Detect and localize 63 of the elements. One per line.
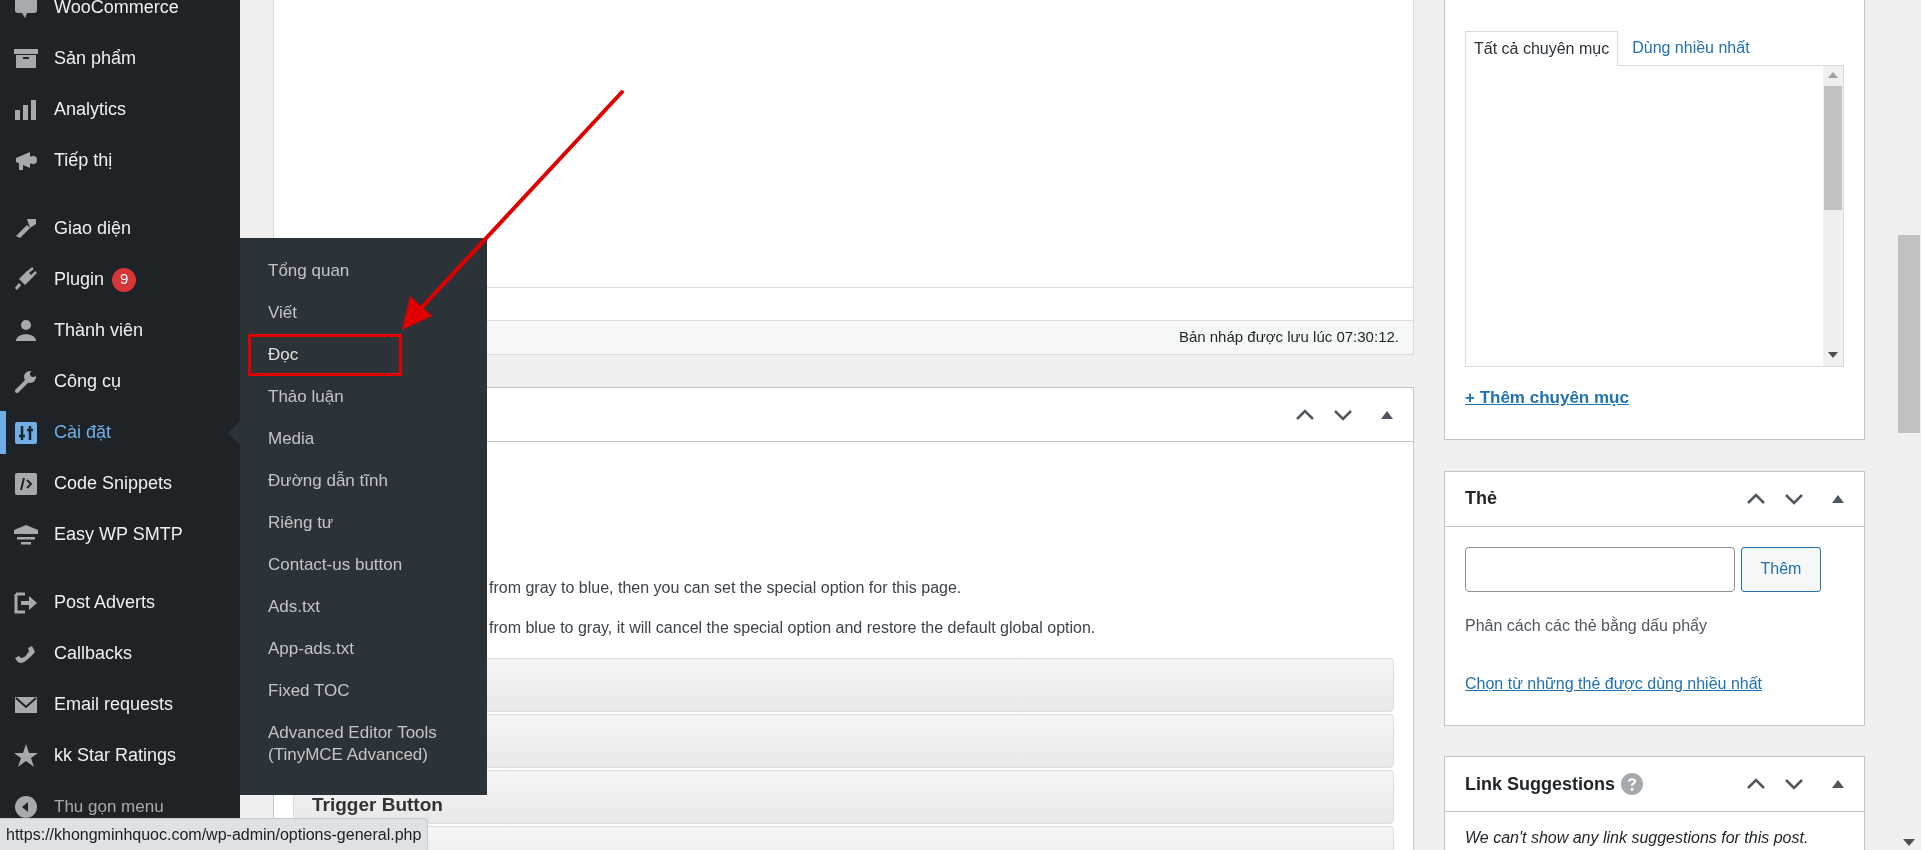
sidebar-item[interactable]: Callbacks xyxy=(0,628,240,679)
help-text: from blue to gray, it will cancel the special option and restore the default global option. xyxy=(489,618,1097,638)
sidebar-item[interactable]: Tiếp thị xyxy=(0,135,240,186)
collapse-toggle-icon[interactable] xyxy=(1832,494,1844,503)
option-row-label: Trigger Button xyxy=(312,792,443,817)
submenu-item[interactable]: Thảo luận xyxy=(248,376,355,418)
sidebar-item[interactable]: Cài đặt xyxy=(0,407,240,458)
status-url: https://khongminhquoc.com/wp-admin/options-general.php xyxy=(6,824,422,845)
move-up-icon[interactable] xyxy=(1746,778,1766,790)
link-suggestions-message: We can't show any link suggestions for this post. xyxy=(1464,828,1810,848)
add-category-link[interactable]: + Thêm chuyên mục xyxy=(1465,385,1629,411)
category-tab[interactable]: Tất cả chuyên mục xyxy=(1465,31,1619,66)
panel-title: Thẻ xyxy=(1465,487,1498,511)
sidebar-item[interactable]: kk Star Ratings xyxy=(0,730,240,781)
sidebar-item[interactable]: Analytics xyxy=(0,84,240,135)
submenu-item[interactable]: Fixed TOC xyxy=(248,670,361,712)
submenu-item[interactable]: Contact-us button xyxy=(248,544,414,586)
submenu-item[interactable]: Riêng tư xyxy=(248,502,345,544)
sidebar-item[interactable]: Thành viên xyxy=(0,305,240,356)
submenu-item[interactable]: Đường dẫn tĩnh xyxy=(248,460,399,502)
move-down-icon[interactable] xyxy=(1784,492,1804,505)
move-down-icon[interactable] xyxy=(1784,778,1804,790)
option-row[interactable]: Trigger Button xyxy=(293,770,1394,824)
move-up-icon[interactable] xyxy=(1295,408,1315,421)
scrollbar-thumb[interactable] xyxy=(1898,235,1920,433)
panel-title: Link Suggestions xyxy=(1465,772,1615,796)
category-tab[interactable]: Dùng nhiều nhất xyxy=(1618,30,1764,65)
submenu-item[interactable]: App-ads.txt xyxy=(248,628,365,670)
star-icon xyxy=(13,742,39,769)
code-icon xyxy=(13,470,39,497)
user-icon xyxy=(13,317,39,344)
sidebar-item[interactable]: WooCommerce xyxy=(0,0,240,33)
tag-input-field[interactable] xyxy=(1465,546,1735,592)
collapse-icon xyxy=(13,793,39,820)
collapse-toggle-icon[interactable] xyxy=(1381,410,1393,419)
scrollbar-thumb[interactable] xyxy=(1824,86,1842,210)
sliders-icon xyxy=(13,419,39,446)
tag-hint: Phân cách các thẻ bằng dấu phẩy xyxy=(1465,615,1708,636)
sidebar-item[interactable]: Giao diện xyxy=(0,203,240,254)
scroll-down-icon[interactable] xyxy=(1903,839,1915,846)
sidebar-item[interactable]: Plugin 9 xyxy=(0,254,240,305)
submenu-item[interactable]: Viết xyxy=(248,292,308,334)
submenu-item[interactable]: Đọc xyxy=(248,334,402,376)
submenu-item[interactable]: Media xyxy=(248,418,326,460)
sidebar-item[interactable]: Sản phẩm xyxy=(0,33,240,84)
submenu-item[interactable]: Ads.txt xyxy=(248,586,331,628)
count-badge: 9 xyxy=(112,267,137,292)
sidebar-item[interactable]: Email requests xyxy=(0,679,240,730)
sidebar-item[interactable]: Code Snippets xyxy=(0,458,240,509)
help-text: from gray to blue, then you can set the special option for this page. xyxy=(489,578,963,598)
draft-status: Bản nháp được lưu lúc 07:30:12. xyxy=(1178,327,1399,348)
sidebar-item[interactable]: Công cụ xyxy=(0,356,240,407)
move-up-icon[interactable] xyxy=(1746,492,1766,505)
collapse-toggle-icon[interactable] xyxy=(1832,780,1844,788)
scroll-down-icon[interactable] xyxy=(1828,352,1838,358)
sidebar-item[interactable]: Post Adverts xyxy=(0,577,240,628)
most-used-tags-link[interactable]: Chọn từ những thẻ được dùng nhiều nhất xyxy=(1465,671,1763,696)
scrollbar[interactable] xyxy=(1823,66,1843,366)
add-tag-button[interactable]: Thêm xyxy=(1741,546,1821,592)
sidebar-item[interactable]: Easy WP SMTP xyxy=(0,509,240,560)
submenu-item[interactable]: Tổng quan xyxy=(248,250,361,292)
wrench-icon xyxy=(13,368,39,395)
move-down-icon[interactable] xyxy=(1333,408,1353,421)
